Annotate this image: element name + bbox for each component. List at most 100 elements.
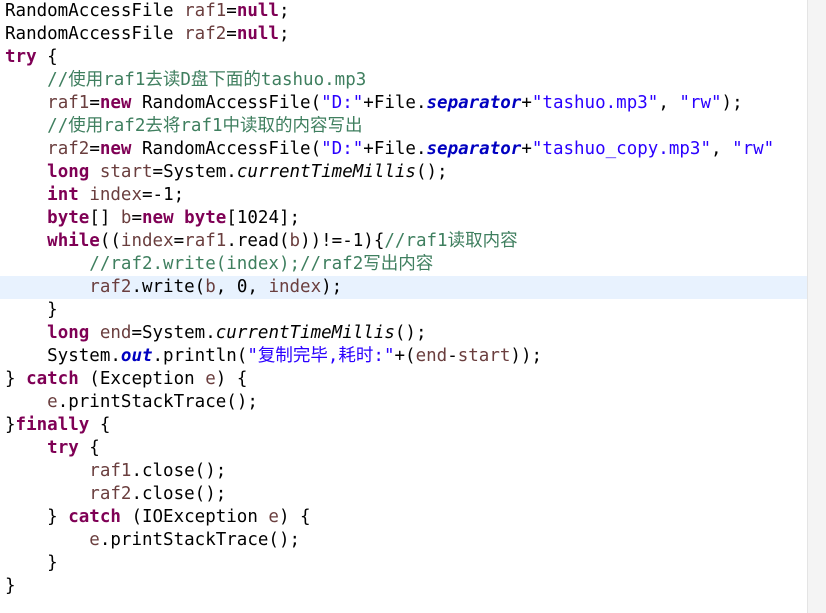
code-token: e	[89, 530, 100, 550]
code-token: RandomAccessFile	[5, 1, 185, 21]
code-line[interactable]: try {	[0, 437, 808, 460]
code-token: }	[5, 300, 58, 320]
code-token: ))!=-1){	[300, 231, 385, 251]
code-token: index	[89, 185, 142, 205]
code-token: separator	[426, 139, 522, 159]
code-line[interactable]: System.out.println("复制完毕,耗时:"+(end-start…	[0, 345, 808, 368]
code-token: {	[78, 438, 100, 458]
code-token: RandomAccessFile(	[131, 93, 322, 113]
code-token: e	[268, 507, 279, 527]
code-token: ) {	[278, 507, 311, 527]
code-line[interactable]: int index=-1;	[0, 184, 808, 207]
code-line[interactable]: raf1.close();	[0, 460, 808, 483]
code-token: =	[226, 24, 237, 44]
code-token: .println(	[152, 346, 248, 366]
code-line[interactable]: }	[0, 552, 808, 575]
code-token: index	[268, 277, 322, 297]
code-token: "rw"	[679, 93, 722, 113]
code-token: [1024];	[226, 208, 301, 228]
code-token: +	[521, 93, 532, 113]
code-token: raf2	[89, 484, 132, 504]
code-token: , 0,	[215, 277, 269, 297]
code-token: null	[236, 24, 279, 44]
code-token: b	[289, 231, 301, 251]
code-token: RandomAccessFile(	[131, 139, 322, 159]
code-token: null	[236, 1, 279, 21]
code-line[interactable]: long start=System.currentTimeMillis();	[0, 161, 808, 184]
code-token: ((	[99, 231, 121, 251]
code-token: .close();	[131, 484, 227, 504]
code-token: end	[99, 323, 132, 343]
code-token: catch	[68, 507, 121, 527]
code-token: }	[5, 576, 16, 596]
code-token: +	[521, 139, 532, 159]
code-token: ();	[394, 323, 427, 343]
code-line[interactable]: while((index=raf1.read(b))!=-1){//raf1读取…	[0, 230, 808, 253]
code-token: .printStackTrace();	[57, 392, 258, 412]
code-editor[interactable]: RandomAccessFile raf1=null; RandomAccessF…	[0, 0, 826, 613]
code-token: raf1	[184, 1, 227, 21]
code-line[interactable]: }	[0, 299, 808, 322]
code-token: new	[142, 208, 174, 228]
code-token: new	[99, 139, 132, 159]
code-token: new	[99, 93, 132, 113]
code-token: ;	[278, 1, 290, 21]
code-line[interactable]: e.printStackTrace();	[0, 529, 808, 552]
code-area[interactable]: RandomAccessFile raf1=null; RandomAccessF…	[0, 0, 808, 598]
code-token: +File.	[363, 93, 427, 113]
code-token: try	[47, 438, 79, 458]
code-token: =	[226, 1, 237, 21]
code-token: "D:"	[321, 139, 364, 159]
code-token: }	[5, 415, 16, 435]
code-line[interactable]: //使用raf2去将raf1中读取的内容写出	[0, 115, 808, 138]
code-line[interactable]: RandomAccessFile raf2=null;	[0, 23, 808, 46]
code-line[interactable]: e.printStackTrace();	[0, 391, 808, 414]
code-line[interactable]: //raf2.write(index);//raf2写出内容	[0, 253, 808, 276]
code-token: raf1	[184, 231, 227, 251]
code-line[interactable]: byte[] b=new byte[1024];	[0, 207, 808, 230]
code-line[interactable]: raf1=new RandomAccessFile("D:"+File.sepa…	[0, 92, 808, 115]
vertical-scrollbar[interactable]	[807, 0, 826, 613]
code-line[interactable]: raf2=new RandomAccessFile("D:"+File.sepa…	[0, 138, 808, 161]
code-token: "tashuo_copy.mp3"	[531, 139, 711, 159]
code-token: "tashuo.mp3"	[531, 93, 659, 113]
code-line[interactable]: } catch (Exception e) {	[0, 368, 808, 391]
code-token: );	[721, 93, 743, 113]
code-token: ();	[415, 162, 448, 182]
code-token: int	[47, 185, 79, 205]
code-token: b	[205, 277, 216, 297]
code-token: .write(	[131, 277, 206, 297]
code-token: .read(	[226, 231, 290, 251]
code-token: b	[120, 208, 132, 228]
code-token: ,	[711, 139, 733, 159]
code-line[interactable]: //使用raf1去读D盘下面的tashuo.mp3	[0, 69, 808, 92]
code-token: System.	[5, 346, 121, 366]
code-line-current[interactable]: raf2.write(b, 0, index);	[0, 276, 808, 299]
code-line[interactable]: try {	[0, 46, 808, 69]
code-token: +(	[394, 346, 416, 366]
code-token: }	[5, 369, 27, 389]
code-token: []	[89, 208, 121, 228]
code-token: currentTimeMillis	[236, 162, 416, 182]
code-line[interactable]: }finally {	[0, 414, 808, 437]
code-line[interactable]: RandomAccessFile raf1=null;	[0, 0, 808, 23]
code-line[interactable]: } catch (IOException e) {	[0, 506, 808, 529]
code-line[interactable]: raf2.close();	[0, 483, 808, 506]
code-line[interactable]: long end=System.currentTimeMillis();	[0, 322, 808, 345]
code-token: RandomAccessFile	[5, 24, 185, 44]
code-token: long	[47, 162, 90, 182]
code-token: }	[5, 507, 69, 527]
code-token: raf2	[47, 139, 90, 159]
code-line[interactable]: }	[0, 575, 808, 598]
code-token: try	[5, 47, 37, 67]
code-token: byte	[47, 208, 90, 228]
